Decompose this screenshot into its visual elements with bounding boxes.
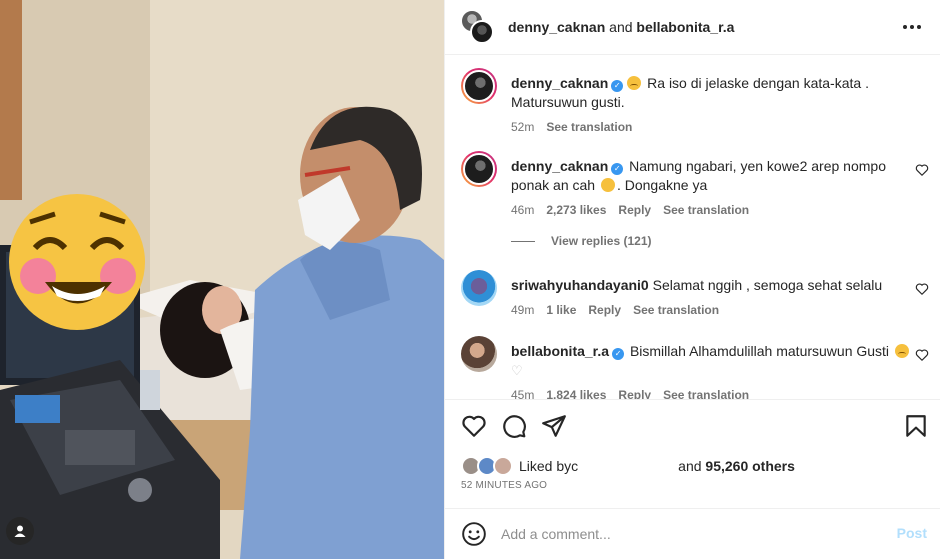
reply-button[interactable]: Reply: [618, 388, 651, 399]
more-button[interactable]: [899, 14, 925, 40]
white-heart-emoji-icon: ♡: [511, 363, 523, 378]
bookmark-icon[interactable]: [903, 413, 929, 439]
avatar[interactable]: [461, 336, 497, 372]
more-horizontal-icon: [903, 25, 921, 29]
ultrasound-scene-image: [0, 0, 444, 559]
pleading-face-emoji-icon: [894, 344, 909, 358]
comment-text: denny_caknan ✓ Ra iso di jelaske dengan k…: [511, 68, 911, 112]
post-timestamp[interactable]: 52 MINUTES AGO: [461, 480, 547, 491]
smiley-icon[interactable]: [461, 521, 487, 547]
comment-meta: 46m 2,273 likes Reply See translation: [511, 203, 931, 217]
comment-username[interactable]: denny_caknan: [511, 75, 608, 91]
collab-avatars[interactable]: [460, 9, 496, 45]
avatar: [493, 456, 513, 476]
grinning-emoji-icon: [600, 178, 615, 192]
comment-meta: 45m 1,824 likes Reply See translation: [511, 388, 931, 399]
liker-avatars[interactable]: [461, 456, 513, 476]
comment-username[interactable]: sriwahyuhandayani0: [511, 277, 649, 293]
comments-list[interactable]: denny_caknan ✓ Ra iso di jelaske dengan k…: [445, 56, 940, 399]
comment-likes[interactable]: 2,273 likes: [546, 203, 606, 217]
see-translation-link[interactable]: See translation: [663, 203, 749, 217]
verified-badge-icon: ✓: [611, 80, 624, 92]
divider: [511, 240, 535, 242]
liked-by-user[interactable]: c: [571, 458, 578, 474]
comment-like-heart-icon[interactable]: [915, 163, 929, 177]
comment-username[interactable]: bellabonita_r.a: [511, 343, 609, 359]
post-sidebar: denny_caknan and bellabonita_r.a denny_c…: [444, 0, 940, 559]
caption-comment: denny_caknan ✓ Ra iso di jelaske dengan k…: [461, 68, 931, 134]
user-tag-icon: [14, 525, 26, 537]
add-comment-bar: Post: [445, 508, 940, 559]
liked-by-label: Liked by: [519, 458, 572, 474]
header-user1[interactable]: denny_caknan: [508, 19, 605, 35]
reply-button[interactable]: Reply: [588, 303, 621, 317]
pleading-face-emoji-icon: [627, 76, 642, 90]
comment-time[interactable]: 49m: [511, 303, 534, 317]
comment-text: bellabonita_r.a ✓ Bismillah Alhamdulillah…: [511, 336, 911, 380]
comment-time[interactable]: 52m: [511, 120, 534, 134]
comment-meta: 52m See translation: [511, 120, 931, 134]
list-item: denny_caknan ✓ Namung ngabari, yen kowe2 …: [461, 151, 931, 217]
post-button[interactable]: Post: [897, 525, 927, 541]
avatar[interactable]: [461, 68, 497, 104]
comment-meta: 49m 1 like Reply See translation: [511, 303, 931, 317]
comment-likes[interactable]: 1,824 likes: [546, 388, 606, 399]
user-tag-button[interactable]: [6, 517, 34, 545]
comment-time[interactable]: 45m: [511, 388, 534, 399]
post-actions: [445, 399, 940, 451]
comment-likes[interactable]: 1 like: [546, 303, 576, 317]
list-item: bellabonita_r.a ✓ Bismillah Alhamdulillah…: [461, 336, 931, 399]
view-replies-label: View replies (121): [551, 234, 652, 248]
liked-by-others[interactable]: 95,260 others: [705, 458, 795, 474]
liked-by-and: and: [678, 458, 706, 474]
comment-like-heart-icon[interactable]: [915, 348, 929, 362]
list-item: sriwahyuhandayani0 Selamat nggih , semog…: [461, 270, 931, 317]
post-modal: denny_caknan and bellabonita_r.a denny_c…: [0, 0, 940, 559]
see-translation-link[interactable]: See translation: [663, 388, 749, 399]
comment-username[interactable]: denny_caknan: [511, 158, 608, 174]
comment-body: Bismillah Alhamdulillah matursuwun Gusti: [629, 343, 890, 359]
verified-badge-icon: ✓: [612, 348, 625, 360]
heart-icon[interactable]: [461, 413, 487, 439]
header-user2[interactable]: bellabonita_r.a: [636, 19, 734, 35]
view-replies-button[interactable]: View replies (121): [511, 234, 652, 248]
header-joiner: and: [605, 19, 637, 35]
comment-input[interactable]: [501, 526, 881, 542]
see-translation-link[interactable]: See translation: [546, 120, 632, 134]
collab-title: denny_caknan and bellabonita_r.a: [508, 19, 734, 35]
comment-text: sriwahyuhandayani0 Selamat nggih , semog…: [511, 270, 911, 295]
comment-text: denny_caknan ✓ Namung ngabari, yen kowe2 …: [511, 151, 911, 195]
redacted-name: [578, 459, 679, 473]
verified-badge-icon: ✓: [611, 163, 624, 175]
comment-icon[interactable]: [501, 413, 527, 439]
comment-body-end: . Dongakne ya: [616, 177, 708, 193]
post-header: denny_caknan and bellabonita_r.a: [445, 0, 940, 55]
see-translation-link[interactable]: See translation: [633, 303, 719, 317]
avatar[interactable]: [461, 151, 497, 187]
likes-summary: Liked by c and 95,260 others: [461, 455, 795, 477]
avatar[interactable]: [461, 270, 497, 306]
comment-time[interactable]: 46m: [511, 203, 534, 217]
post-photo[interactable]: [0, 0, 444, 559]
comment-like-heart-icon[interactable]: [915, 282, 929, 296]
comment-body: Selamat nggih , semoga sehat selalu: [652, 277, 883, 293]
avatar: [470, 20, 494, 44]
send-icon[interactable]: [541, 413, 567, 439]
reply-button[interactable]: Reply: [618, 203, 651, 217]
